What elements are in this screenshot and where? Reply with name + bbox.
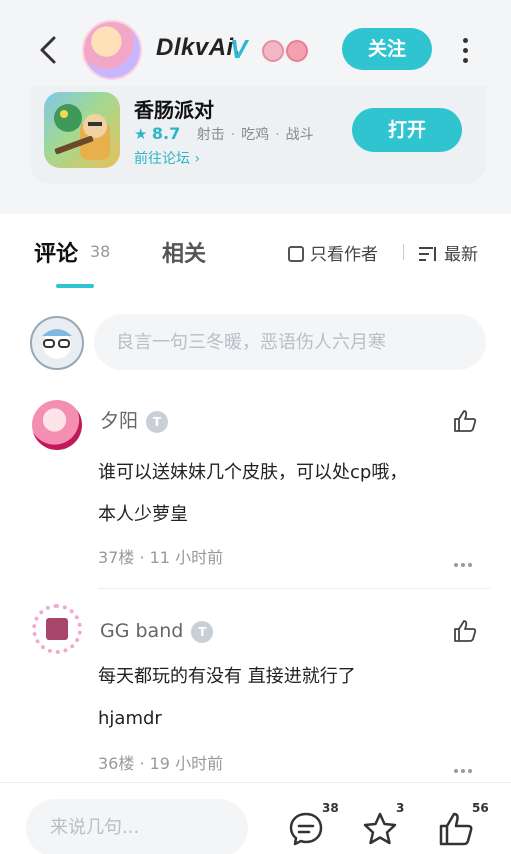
thumb-up-icon[interactable]	[436, 809, 476, 849]
comment-line: 谁可以送妹妹几个皮肤，可以处cp哦，	[98, 462, 408, 483]
comment-text: 谁可以送妹妹几个皮肤，可以处cp哦， 本人少萝皇	[98, 452, 478, 536]
sort-toggle[interactable]: 最新	[418, 240, 478, 265]
like-count: 56	[472, 801, 489, 815]
user-avatar[interactable]	[82, 20, 142, 80]
comment-text: 每天都玩的有没有 直接进就行了 hjamdr	[98, 656, 478, 740]
comment-line: hjamdr	[98, 708, 162, 729]
game-meta: ★ 8.7 射击 · 吃鸡 · 战斗	[134, 124, 314, 144]
comment-line: 每天都玩的有没有 直接进就行了	[98, 666, 356, 687]
favorite-star-icon[interactable]	[360, 809, 400, 849]
comments-count: 38	[90, 242, 111, 261]
game-tag: 射击	[196, 127, 225, 143]
comment-tabs: 评论 38 相关 只看作者 最新	[0, 214, 511, 294]
comment-more-icon[interactable]	[454, 552, 478, 567]
comment-meta: 37楼 · 11 小时前	[98, 548, 224, 567]
game-icon[interactable]	[44, 92, 120, 168]
comment-line: 本人少萝皇	[98, 504, 188, 525]
avatar[interactable]	[32, 400, 82, 450]
comment-more-icon[interactable]	[454, 758, 478, 773]
tag-separator: ·	[230, 127, 236, 143]
comment-author[interactable]: 夕阳 T	[100, 406, 169, 433]
tab-related[interactable]: 相关	[162, 236, 206, 268]
divider	[403, 244, 404, 260]
rank-badge-icon	[286, 40, 308, 62]
game-title[interactable]: 香肠派对	[134, 94, 214, 123]
top-header: DlkvAi. V 关注	[0, 0, 511, 96]
star-icon: ★	[134, 125, 148, 143]
medal-badge-icon	[262, 40, 284, 62]
comment-author-name: 夕阳	[100, 410, 139, 432]
tag-separator: ·	[275, 127, 280, 143]
game-card[interactable]: 香肠派对 ★ 8.7 射击 · 吃鸡 · 战斗 前往论坛 › 打开	[30, 86, 486, 184]
game-rating: 8.7	[151, 124, 181, 143]
tab-comments[interactable]: 评论	[34, 236, 78, 268]
comment-author[interactable]: GG band T	[100, 620, 214, 643]
my-avatar[interactable]	[30, 316, 84, 370]
open-button[interactable]: 打开	[352, 108, 462, 152]
comment-item: 夕阳 T 谁可以送妹妹几个皮肤，可以处cp哦， 本人少萝皇 37楼 · 11 小时…	[0, 400, 511, 590]
user-name[interactable]: DlkvAi.	[156, 34, 241, 62]
tab-active-indicator	[56, 284, 94, 288]
level-badge-icon: T	[146, 411, 169, 433]
sort-icon	[419, 247, 436, 261]
favorite-count: 3	[396, 801, 405, 815]
divider	[98, 588, 490, 589]
forum-link[interactable]: 前往论坛 ›	[134, 148, 200, 168]
level-badge-icon: T	[191, 621, 214, 643]
verified-icon: V	[230, 34, 248, 64]
comment-input[interactable]	[94, 314, 486, 370]
game-tag: 吃鸡	[241, 127, 270, 143]
author-only-label: 只看作者	[310, 245, 378, 265]
bottom-action-bar: 来说几句... 38 3 56	[0, 782, 511, 854]
more-icon[interactable]	[460, 34, 470, 64]
checkbox-icon[interactable]	[288, 246, 304, 262]
follow-button[interactable]: 关注	[342, 28, 432, 70]
comment-item: GG band T 每天都玩的有没有 直接进就行了 hjamdr 36楼 · 19…	[0, 604, 511, 782]
comment-author-name: GG band	[100, 620, 184, 642]
comment-meta: 36楼 · 19 小时前	[98, 754, 224, 773]
back-icon[interactable]	[34, 32, 62, 68]
like-icon[interactable]	[452, 408, 478, 434]
author-only-toggle[interactable]: 只看作者	[288, 240, 378, 265]
quick-comment-input[interactable]: 来说几句...	[26, 799, 248, 854]
comment-bubble-icon[interactable]	[286, 809, 326, 849]
comment-count: 38	[322, 801, 339, 815]
avatar[interactable]	[32, 604, 82, 654]
game-tag: 战斗	[285, 127, 314, 143]
sort-label: 最新	[444, 245, 478, 265]
like-icon[interactable]	[452, 618, 478, 644]
